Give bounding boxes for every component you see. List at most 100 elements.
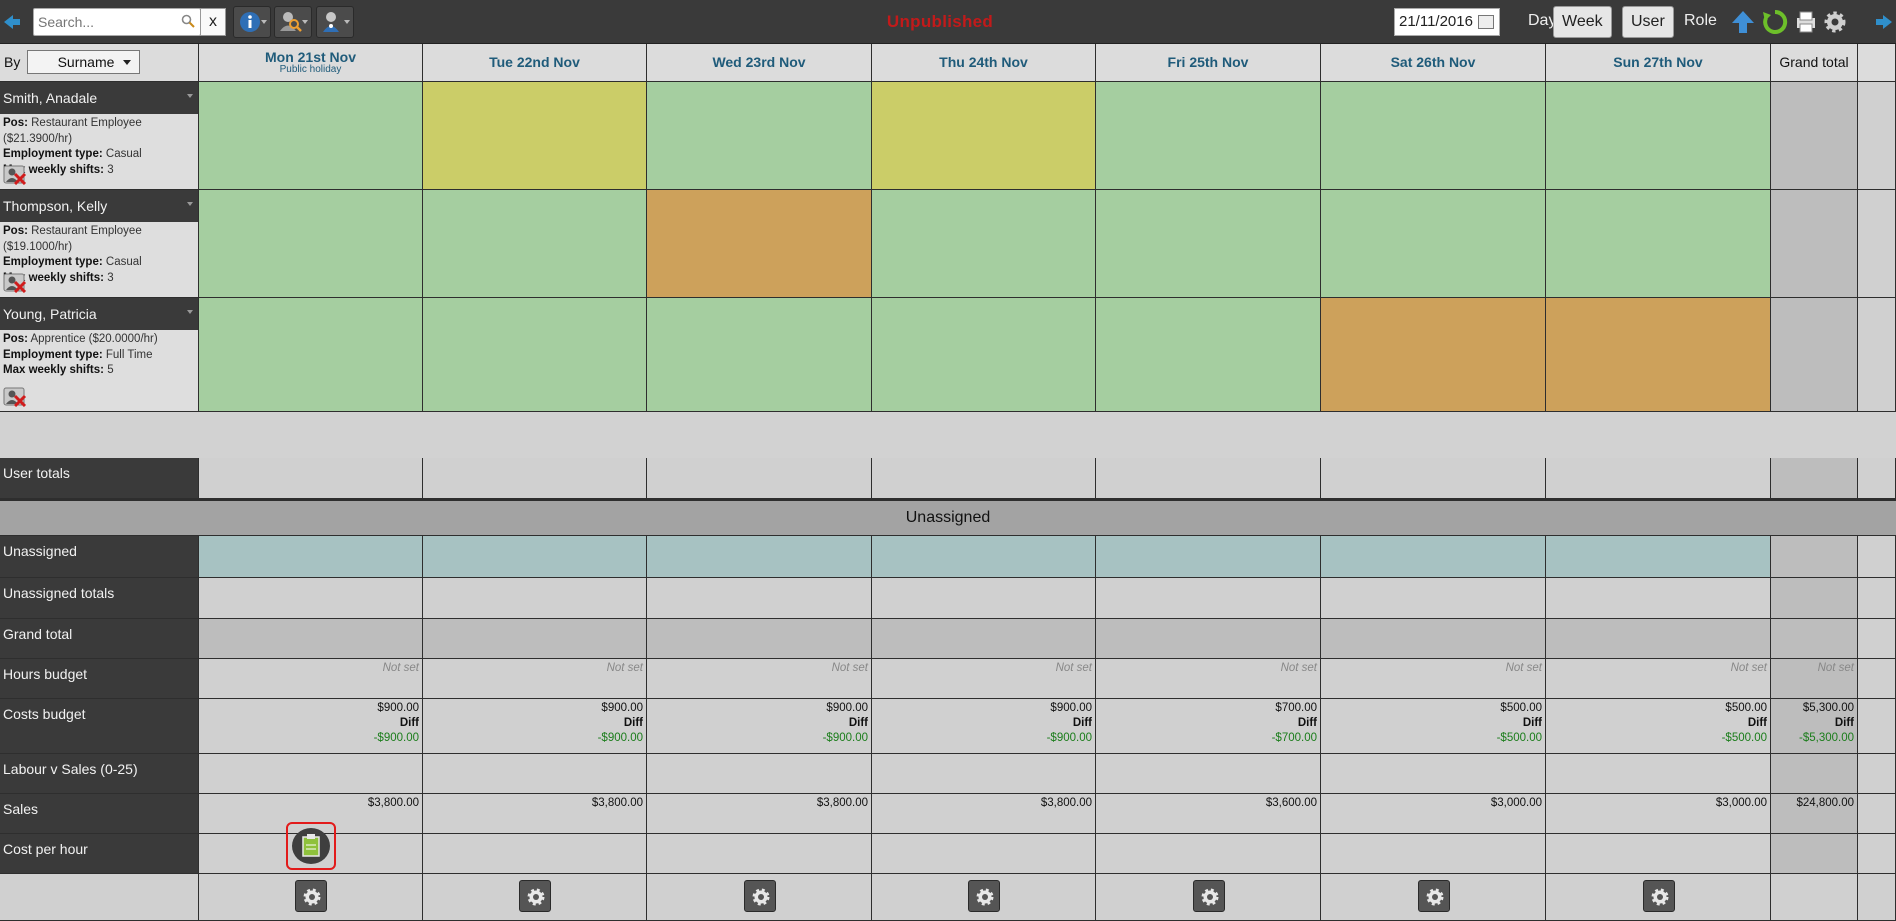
hours-budget-cell[interactable]: Not set — [423, 659, 647, 699]
labour-v-sales-cell[interactable] — [1096, 754, 1321, 794]
grand-total-cell[interactable] — [423, 619, 647, 659]
user-totals-cell[interactable] — [423, 458, 647, 499]
unassigned-totals-cell[interactable] — [872, 578, 1096, 619]
view-week-button[interactable]: Week — [1553, 6, 1612, 38]
delete-user-icon[interactable] — [3, 165, 27, 186]
shift-cell[interactable] — [1546, 190, 1771, 298]
search-field[interactable] — [33, 8, 201, 36]
day-settings-button[interactable] — [968, 880, 1000, 912]
search-user-button[interactable] — [274, 6, 312, 38]
day-settings-button[interactable] — [295, 880, 327, 912]
user-name[interactable]: Smith, Anadale — [0, 82, 198, 114]
labour-v-sales-cell[interactable] — [872, 754, 1096, 794]
unassigned-totals-cell[interactable] — [647, 578, 872, 619]
footer-gears-cell[interactable] — [199, 874, 423, 921]
shift-cell[interactable] — [423, 298, 647, 412]
info-menu-button[interactable] — [233, 6, 271, 38]
grand-total-cell[interactable] — [1321, 619, 1546, 659]
labour-v-sales-cell[interactable] — [647, 754, 872, 794]
shift-cell[interactable] — [1096, 82, 1321, 190]
refresh-icon[interactable] — [1761, 8, 1791, 36]
footer-gears-cell[interactable] — [1096, 874, 1321, 921]
day-header[interactable]: Sat 26th Nov — [1321, 44, 1546, 82]
group-role-button[interactable]: Role — [1676, 6, 1725, 38]
shift-cell[interactable] — [1096, 190, 1321, 298]
user-totals-cell[interactable] — [647, 458, 872, 499]
hours-budget-cell[interactable]: Not set — [1546, 659, 1771, 699]
sort-select[interactable]: Surname — [27, 50, 140, 74]
costs-budget-cell[interactable]: $700.00 Diff -$700.00 — [1096, 699, 1321, 754]
unassigned-totals-cell[interactable] — [1096, 578, 1321, 619]
user-totals-cell[interactable] — [872, 458, 1096, 499]
shift-cell[interactable] — [647, 190, 872, 298]
shift-cell[interactable] — [199, 190, 423, 298]
labour-v-sales-cell[interactable] — [1321, 754, 1546, 794]
hours-budget-cell[interactable]: Not set — [872, 659, 1096, 699]
costs-budget-cell[interactable]: $500.00 Diff -$500.00 — [1546, 699, 1771, 754]
delete-user-icon[interactable] — [3, 273, 27, 294]
cost-per-hour-cell[interactable] — [1096, 834, 1321, 874]
shift-cell[interactable] — [1546, 298, 1771, 412]
shift-cell[interactable] — [199, 298, 423, 412]
shift-cell[interactable] — [872, 190, 1096, 298]
grand-total-cell[interactable] — [199, 619, 423, 659]
costs-budget-cell[interactable]: $900.00 Diff -$900.00 — [872, 699, 1096, 754]
hours-budget-cell[interactable]: Not set — [199, 659, 423, 699]
costs-budget-cell[interactable]: $900.00 Diff -$900.00 — [199, 699, 423, 754]
sales-cell[interactable]: $3,800.00 — [423, 794, 647, 834]
unassigned-totals-cell[interactable] — [423, 578, 647, 619]
unassigned-totals-cell[interactable] — [1321, 578, 1546, 619]
unassigned-cell[interactable] — [423, 536, 647, 578]
prev-week-arrow-icon[interactable] — [2, 12, 22, 32]
shift-cell[interactable] — [872, 298, 1096, 412]
sales-cell[interactable]: $3,600.00 — [1096, 794, 1321, 834]
shift-cell[interactable] — [1096, 298, 1321, 412]
unassigned-cell[interactable] — [872, 536, 1096, 578]
unassigned-cell[interactable] — [647, 536, 872, 578]
day-settings-button[interactable] — [1417, 880, 1450, 912]
user-totals-cell[interactable] — [199, 458, 423, 499]
footer-gears-cell[interactable] — [647, 874, 872, 921]
user-name[interactable]: Young, Patricia — [0, 298, 198, 330]
settings-gear-icon[interactable] — [1822, 8, 1852, 36]
shift-cell[interactable] — [1321, 82, 1546, 190]
footer-gears-cell[interactable] — [1546, 874, 1771, 921]
shift-cell[interactable] — [1321, 298, 1546, 412]
footer-gears-cell[interactable] — [423, 874, 647, 921]
labour-v-sales-cell[interactable] — [423, 754, 647, 794]
user-totals-cell[interactable] — [1096, 458, 1321, 499]
day-header[interactable]: Thu 24th Nov — [872, 44, 1096, 82]
sales-cell[interactable]: $3,000.00 — [1546, 794, 1771, 834]
shift-cell[interactable] — [647, 82, 872, 190]
shift-cell[interactable] — [1321, 190, 1546, 298]
shift-cell[interactable] — [199, 82, 423, 190]
day-header[interactable]: Fri 25th Nov — [1096, 44, 1321, 82]
sales-cell[interactable]: $3,800.00 — [647, 794, 872, 834]
user-filter-button[interactable] — [316, 6, 354, 38]
day-settings-button[interactable] — [519, 880, 551, 912]
cost-notes-button[interactable] — [286, 822, 336, 870]
labour-v-sales-cell[interactable] — [199, 754, 423, 794]
calendar-icon[interactable] — [1478, 15, 1494, 29]
labour-v-sales-cell[interactable] — [1546, 754, 1771, 794]
day-header[interactable]: Tue 22nd Nov — [423, 44, 647, 82]
costs-budget-cell[interactable]: $900.00 Diff -$900.00 — [647, 699, 872, 754]
print-icon[interactable] — [1792, 8, 1822, 36]
sales-cell[interactable]: $3,000.00 — [1321, 794, 1546, 834]
hours-budget-cell[interactable]: Not set — [647, 659, 872, 699]
costs-budget-cell[interactable]: $900.00 Diff -$900.00 — [423, 699, 647, 754]
unassigned-cell[interactable] — [1546, 536, 1771, 578]
user-totals-cell[interactable] — [1546, 458, 1771, 499]
costs-budget-cell[interactable]: $500.00 Diff -$500.00 — [1321, 699, 1546, 754]
cost-per-hour-cell[interactable] — [872, 834, 1096, 874]
unassigned-cell[interactable] — [199, 536, 423, 578]
group-user-button[interactable]: User — [1622, 6, 1674, 38]
day-settings-button[interactable] — [1642, 880, 1675, 912]
shift-cell[interactable] — [647, 298, 872, 412]
clear-search-button[interactable]: x — [200, 8, 226, 36]
hours-budget-cell[interactable]: Not set — [1321, 659, 1546, 699]
unassigned-cell[interactable] — [1321, 536, 1546, 578]
magnifier-icon[interactable] — [181, 14, 195, 31]
day-settings-button[interactable] — [743, 880, 776, 912]
unassigned-totals-cell[interactable] — [1546, 578, 1771, 619]
